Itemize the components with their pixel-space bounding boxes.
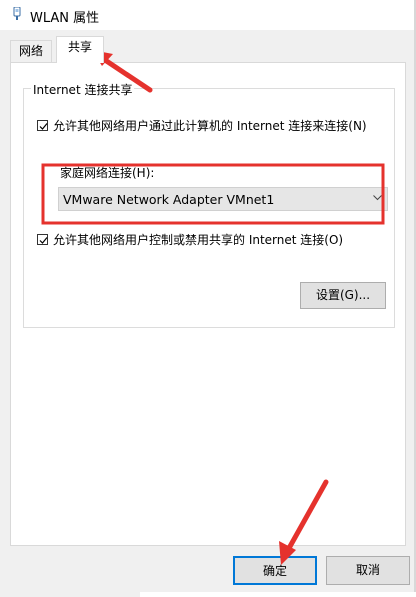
home-network-value: VMware Network Adapter VMnet1 (63, 192, 275, 207)
home-network-label: 家庭网络连接(H): (60, 166, 155, 180)
cancel-button[interactable]: 取消 (326, 556, 410, 585)
title-bar: WLAN 属性 (0, 0, 416, 30)
chevron-down-icon (373, 195, 382, 201)
allow-connect-label[interactable]: 允许其他网络用户通过此计算机的 Internet 连接来连接(N) (53, 117, 367, 134)
ok-button[interactable]: 确定 (233, 556, 317, 585)
checkmark-icon (39, 123, 48, 130)
tab-sharing[interactable]: 共享 (56, 36, 104, 63)
tab-network[interactable]: 网络 (10, 40, 52, 63)
background-window-strip (140, 592, 416, 597)
checkmark-icon (39, 237, 48, 244)
allow-control-label[interactable]: 允许其他网络用户控制或禁用共享的 Internet 连接(O) (53, 231, 343, 248)
allow-connect-checkbox[interactable] (37, 120, 48, 131)
window-title: WLAN 属性 (30, 11, 100, 26)
allow-control-checkbox[interactable] (37, 234, 48, 245)
home-network-select[interactable]: VMware Network Adapter VMnet1 (58, 187, 388, 211)
settings-button[interactable]: 设置(G)... (300, 282, 386, 309)
group-title: Internet 连接共享 (31, 81, 135, 98)
network-adapter-icon (13, 7, 21, 20)
